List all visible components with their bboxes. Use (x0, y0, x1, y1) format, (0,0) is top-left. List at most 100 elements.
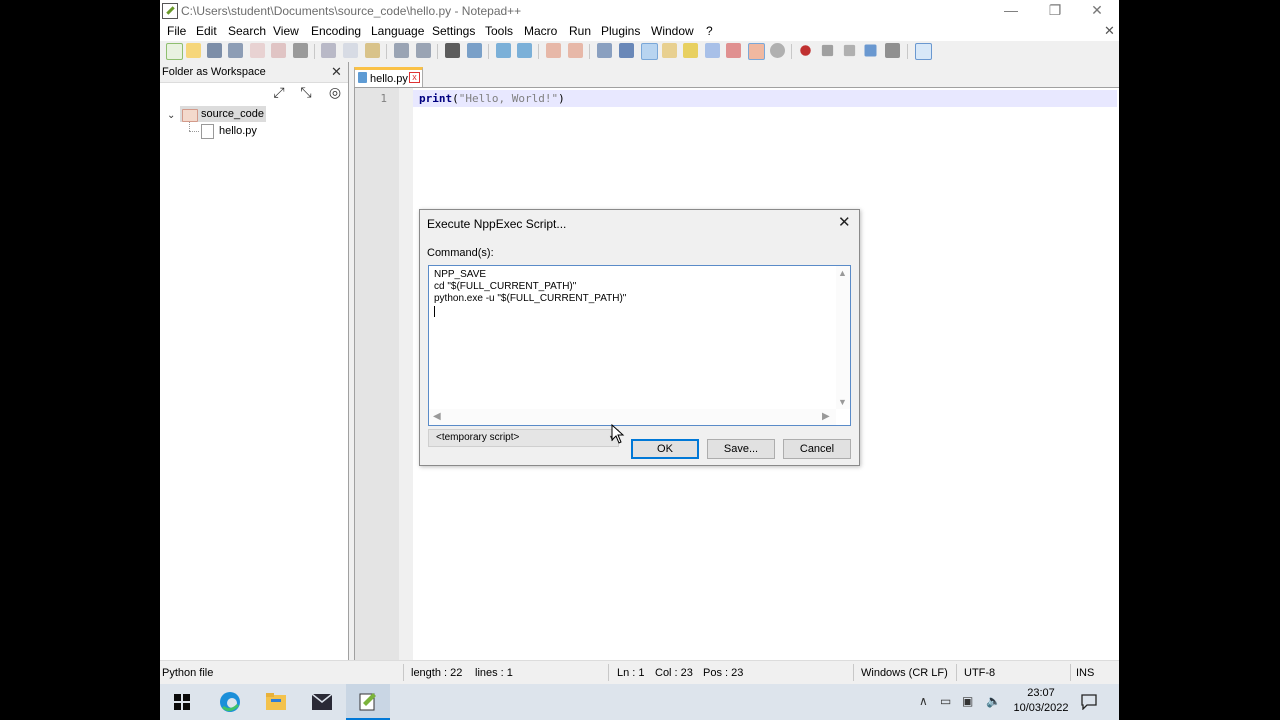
dialog-title: Execute NppExec Script... (427, 217, 567, 231)
volume-icon[interactable]: 🔈 (986, 694, 1001, 708)
scroll-down-icon[interactable]: ▼ (838, 397, 847, 407)
menu-settings[interactable]: Settings (432, 24, 475, 38)
word-wrap-icon[interactable] (597, 43, 612, 58)
menu-encoding[interactable]: Encoding (311, 24, 361, 38)
battery-icon[interactable]: ▭ (940, 694, 951, 708)
close-file-icon[interactable] (250, 43, 265, 58)
status-bar: Python file length : 22 lines : 1 Ln : 1… (160, 660, 1119, 685)
tab-close-icon[interactable]: x (409, 72, 420, 83)
scroll-left-icon[interactable]: ◀ (433, 411, 441, 422)
sync-horizontal-icon[interactable] (568, 43, 583, 58)
ok-button[interactable]: OK (631, 439, 699, 459)
horizontal-scrollbar[interactable] (429, 409, 836, 425)
language-icon[interactable] (662, 43, 677, 58)
undo-icon[interactable] (394, 43, 409, 58)
mail-taskbar-button[interactable] (300, 684, 344, 720)
status-insert-mode[interactable]: INS (1076, 667, 1094, 679)
save-all-icon[interactable] (228, 43, 243, 58)
menu-file[interactable]: File (167, 24, 186, 38)
menu-plugins[interactable]: Plugins (601, 24, 640, 38)
save-icon[interactable] (207, 43, 222, 58)
cut-icon[interactable] (321, 43, 336, 58)
windows-logo-icon (174, 694, 190, 710)
tree-item-hello-py[interactable]: hello.py (219, 125, 257, 137)
menu-edit[interactable]: Edit (196, 24, 217, 38)
menu-macro[interactable]: Macro (524, 24, 557, 38)
code-line[interactable]: print("Hello, World!") (419, 92, 565, 105)
menu-run[interactable]: Run (569, 24, 591, 38)
menu-help[interactable]: ? (706, 24, 713, 38)
open-file-icon[interactable] (186, 43, 201, 58)
fold-margin[interactable] (399, 88, 413, 661)
sync-vertical-icon[interactable] (546, 43, 561, 58)
new-file-icon[interactable] (166, 43, 183, 60)
menu-tools[interactable]: Tools (485, 24, 513, 38)
close-all-icon[interactable] (271, 43, 286, 58)
stop-macro-icon[interactable] (821, 44, 834, 57)
dialog-close-icon[interactable]: ✕ (838, 213, 851, 231)
menu-search[interactable]: Search (228, 24, 266, 38)
folder-workspace-icon[interactable] (748, 43, 765, 60)
tree-item-label[interactable]: source_code (201, 108, 264, 120)
notifications-icon[interactable] (1081, 694, 1097, 710)
menu-window[interactable]: Window (651, 24, 694, 38)
menu-language[interactable]: Language (371, 24, 424, 38)
cancel-button[interactable]: Cancel (783, 439, 851, 459)
clock-time[interactable]: 23:07 (1023, 687, 1059, 699)
console-icon[interactable] (915, 43, 932, 60)
redo-icon[interactable] (416, 43, 431, 58)
toolbar-separator (437, 44, 438, 59)
expand-all-icon[interactable]: ⤢ (271, 84, 287, 100)
scroll-right-icon[interactable]: ▶ (822, 411, 830, 422)
status-separator (853, 664, 854, 681)
code-paren: ) (558, 92, 565, 105)
print-icon[interactable] (293, 43, 308, 58)
paste-icon[interactable] (365, 43, 380, 58)
locate-current-file-icon[interactable]: ◎ (327, 84, 343, 100)
document-map-icon[interactable] (705, 43, 720, 58)
show-hidden-icons-icon[interactable]: ∧ (919, 694, 928, 708)
run-macro-multiple-icon[interactable] (864, 44, 877, 57)
find-icon[interactable] (445, 43, 460, 58)
tab-hello-py[interactable]: hello.py x (354, 67, 423, 87)
close-button[interactable]: ✕ (1075, 0, 1119, 21)
minimize-button[interactable]: — (989, 0, 1033, 21)
execute-script-dialog: Execute NppExec Script... ✕ Command(s): … (419, 209, 860, 466)
play-macro-icon[interactable] (843, 44, 856, 57)
start-button[interactable] (160, 684, 204, 720)
save-macro-icon[interactable] (885, 43, 900, 58)
command-line: python.exe -u "$(FULL_CURRENT_PATH)" (434, 293, 627, 304)
indent-guide-icon[interactable] (641, 43, 658, 60)
folder-icon (182, 109, 198, 122)
collapse-all-icon[interactable]: ⤡ (298, 84, 314, 100)
zoom-out-icon[interactable] (517, 43, 532, 58)
vertical-scrollbar[interactable] (836, 266, 850, 409)
show-all-characters-icon[interactable] (619, 43, 634, 58)
clock-date[interactable]: 10/03/2022 (1007, 702, 1075, 714)
save-button[interactable]: Save... (707, 439, 775, 459)
title-bar[interactable]: C:\Users\student\Documents\source_code\h… (160, 0, 1119, 21)
document-list-icon[interactable] (726, 43, 741, 58)
script-select[interactable]: <temporary script> ▼ (428, 429, 619, 447)
chevron-down-icon[interactable]: ⌄ (167, 110, 175, 121)
notepadpp-taskbar-button[interactable] (346, 684, 390, 720)
zoom-in-icon[interactable] (496, 43, 511, 58)
copy-icon[interactable] (343, 43, 358, 58)
edge-taskbar-button[interactable] (208, 684, 252, 720)
restore-button[interactable]: ❐ (1033, 0, 1077, 21)
close-document-icon[interactable]: ✕ (1104, 23, 1115, 39)
commands-textarea[interactable]: NPP_SAVE cd "$(FULL_CURRENT_PATH)" pytho… (428, 265, 851, 426)
mail-icon (312, 694, 332, 710)
record-macro-icon[interactable] (800, 45, 811, 56)
menu-view[interactable]: View (273, 24, 299, 38)
panel-close-icon[interactable]: ✕ (331, 64, 342, 80)
status-eol[interactable]: Windows (CR LF) (861, 667, 948, 679)
status-encoding[interactable]: UTF-8 (964, 667, 995, 679)
function-list-icon[interactable] (683, 43, 698, 58)
file-explorer-taskbar-button[interactable] (254, 684, 298, 720)
replace-icon[interactable] (467, 43, 482, 58)
scroll-up-icon[interactable]: ▲ (838, 268, 847, 278)
notepadpp-icon (162, 3, 178, 19)
network-icon[interactable]: ▣ (962, 694, 973, 708)
monitoring-icon[interactable] (770, 43, 785, 58)
